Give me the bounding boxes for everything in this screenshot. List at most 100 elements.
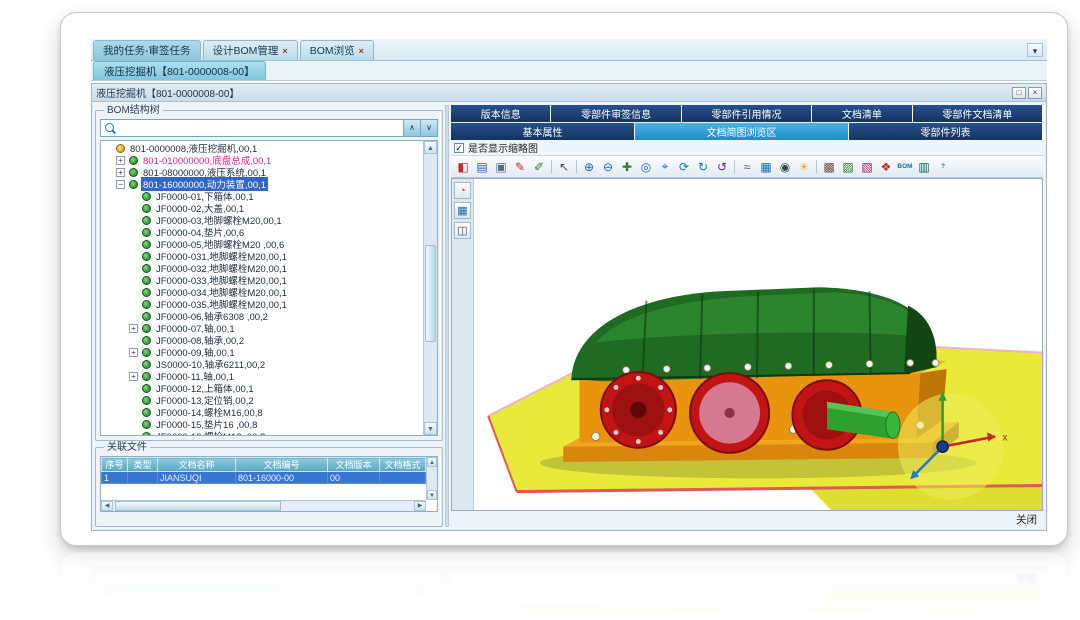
tree-scrollbar[interactable]: ▲ ▼ (423, 141, 437, 435)
preview-panel-icon[interactable]: ◫ (454, 222, 471, 239)
files-hscrollbar-thumb[interactable] (115, 501, 281, 511)
files-row[interactable]: 1JIANSUQI801-16000-0000 (102, 472, 426, 484)
tree-item[interactable]: +JF0000-06,轴承6308 ,00,2 (101, 310, 422, 322)
light-icon[interactable]: ☀ (796, 159, 812, 175)
scroll-up-icon[interactable]: ▲ (427, 457, 437, 467)
detail-subtab[interactable]: 零部件列表 (849, 123, 1043, 140)
rotate-icon[interactable]: ↻ (695, 159, 711, 175)
files-header-cell[interactable]: 类型 (128, 458, 158, 472)
edit-icon[interactable]: ✎ (512, 159, 528, 175)
snapshot-icon[interactable]: ◉ (777, 159, 793, 175)
tree-item[interactable]: +JF0000-14,螺栓M16,00,8 (101, 406, 422, 418)
files-cell: JIANSUQI (158, 472, 236, 484)
tree-item[interactable]: +JF0000-16,螺栓M16 ,00,8 (101, 430, 422, 435)
tree-search-row: ∧ ∨ (100, 119, 438, 137)
bom-tree-group: BOM结构树 ∧ ∨ +801-0000008,液压挖掘机,00,1+801-0… (95, 110, 443, 441)
tree-expand-toggle[interactable]: + (129, 324, 138, 333)
bom-tree-wrap: +801-0000008,液压挖掘机,00,1+801-010000000,底盘… (100, 140, 438, 436)
tree-expand-toggle[interactable]: + (129, 348, 138, 357)
tree-item[interactable]: +JF0000-01,下箱体,00,1 (101, 190, 422, 202)
tree-item[interactable]: +JF0000-08,轴承,00,2 (101, 334, 422, 346)
expand-all-icon[interactable]: ∨ (420, 120, 437, 136)
toolbar-separator (551, 160, 552, 174)
print-icon[interactable]: ▣ (493, 159, 509, 175)
pie-view-icon[interactable]: ◔ (454, 182, 471, 199)
collapse-all-icon[interactable]: ∧ (403, 120, 420, 136)
spin-icon[interactable]: ↺ (714, 159, 730, 175)
zoom-fit-icon[interactable]: ⌖ (657, 159, 673, 175)
select-cursor-icon[interactable]: ↖ (556, 159, 572, 175)
wireframe-icon[interactable]: ≈ (739, 159, 755, 175)
annotate-icon[interactable]: ✐ (531, 159, 547, 175)
tree-item[interactable]: −801-16000000,动力装置,00,1 (101, 178, 422, 190)
toolbar-separator (734, 160, 735, 174)
files-vscrollbar[interactable]: ▲ ▼ (426, 457, 437, 500)
tree-scrollbar-track[interactable] (424, 154, 437, 422)
tab-close-icon[interactable]: × (282, 46, 287, 56)
orbit-icon[interactable]: ⟳ (676, 159, 692, 175)
detail-tab[interactable]: 文档清单 (812, 105, 912, 122)
chevron-down-icon[interactable]: ▾ (1027, 43, 1043, 57)
zoom-in-icon[interactable]: ⊕ (581, 159, 597, 175)
tree-expand-toggle[interactable]: + (116, 168, 125, 177)
image-icon[interactable]: ▩ (821, 159, 837, 175)
detail-tab[interactable]: 零部件审签信息 (551, 105, 681, 122)
files-header-cell[interactable]: 文档编号 (236, 458, 328, 472)
detail-tab[interactable]: 零部件引用情况 (682, 105, 812, 122)
entity-tab[interactable]: 液压挖掘机【801-0000008-00】 (93, 61, 266, 80)
detail-subtab[interactable]: 基本属性 (451, 123, 635, 140)
tree-scrollbar-thumb[interactable] (425, 245, 436, 341)
scroll-right-icon[interactable]: ▶ (414, 501, 426, 511)
bom-icon[interactable]: BOM (897, 159, 913, 175)
detail-tab[interactable]: 零部件文档清单 (913, 105, 1043, 122)
files-hscrollbar-track[interactable] (113, 501, 414, 511)
search-input[interactable] (120, 121, 403, 135)
pan-icon[interactable]: ✚ (619, 159, 635, 175)
close-button[interactable]: 关闭 (1016, 512, 1037, 527)
tree-expand-toggle[interactable]: + (129, 372, 138, 381)
tree-expand-toggle[interactable]: − (116, 180, 125, 189)
stamp-icon[interactable]: ❖ (878, 159, 894, 175)
scroll-up-icon[interactable]: ▲ (424, 141, 437, 154)
close-icon[interactable]: × (1028, 87, 1042, 99)
panel-splitter[interactable] (445, 105, 449, 527)
left-panel: BOM结构树 ∧ ∨ +801-0000008,液压挖掘机,00,1+801-0… (95, 105, 443, 527)
tree-item[interactable]: +JF0000-11,轴,00,1 (101, 370, 422, 382)
part-icon (142, 372, 151, 381)
files-header-cell[interactable]: 文档版本 (328, 458, 380, 472)
main-tab[interactable]: 设计BOM管理× (203, 40, 298, 60)
scroll-left-icon[interactable]: ◀ (101, 501, 113, 511)
tree-expand-toggle[interactable]: + (116, 156, 125, 165)
zoom-window-icon[interactable]: ◎ (638, 159, 654, 175)
document-body: BOM结构树 ∧ ∨ +801-0000008,液压挖掘机,00,1+801-0… (92, 102, 1046, 530)
show-thumbnail-checkbox[interactable]: ✓ (454, 143, 464, 153)
gallery-icon[interactable]: ▨ (840, 159, 856, 175)
grid-icon[interactable]: ▦ (758, 159, 774, 175)
main-tab[interactable]: 我的任务-审签任务 (93, 40, 201, 60)
scroll-down-icon[interactable]: ▼ (427, 490, 437, 500)
document-panel: 液压挖掘机【801-0000008-00】 □ × BOM结构树 (91, 567, 1047, 620)
zoom-out-icon[interactable]: ⊖ (600, 159, 616, 175)
tree-item[interactable]: +JF0000-12,上箱体,00,1 (101, 382, 422, 394)
files-hscrollbar[interactable]: ◀ ▶ (101, 500, 426, 511)
view-cube-icon[interactable]: ◧ (455, 159, 471, 175)
window-content: 我的任务-审签任务设计BOM管理×BOM浏览× ▾ 液压挖掘机【801-0000… (91, 39, 1047, 531)
files-header-cell[interactable]: 文档名称 (158, 458, 236, 472)
tree-item[interactable]: +JF0000-03,地脚螺栓M20,00,1 (101, 214, 422, 226)
open-doc-icon[interactable]: ▤ (474, 159, 490, 175)
help-icon[interactable]: ? (935, 159, 951, 175)
scroll-down-icon[interactable]: ▼ (424, 422, 437, 435)
files-header-cell[interactable]: 序号 (102, 458, 128, 472)
detail-tab[interactable]: 版本信息 (451, 105, 551, 122)
thumbnail-panel-icon[interactable]: ▦ (454, 202, 471, 219)
detail-subtab[interactable]: 文档简图浏览区 (635, 123, 849, 140)
restore-icon[interactable]: □ (1012, 87, 1026, 99)
compare-icon[interactable]: ▧ (859, 159, 875, 175)
tree-item[interactable]: +JF0000-07,轴,00,1 (101, 322, 422, 334)
files-header-cell[interactable]: 文档格式 (380, 458, 426, 472)
report-icon[interactable]: ▥ (916, 159, 932, 175)
tree-item[interactable]: +JS0000-10,轴承6211,00,2 (101, 358, 422, 370)
main-tab[interactable]: BOM浏览× (300, 40, 374, 60)
tab-close-icon[interactable]: × (359, 46, 364, 56)
model-viewport[interactable]: x (474, 179, 1042, 510)
